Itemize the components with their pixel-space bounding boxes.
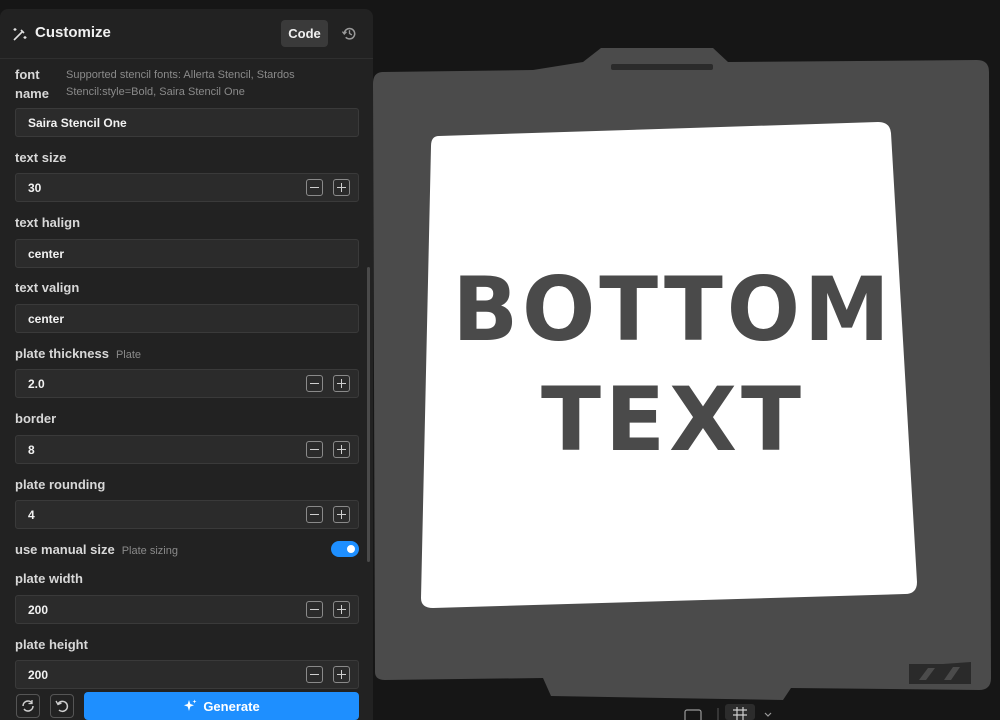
3d-viewport[interactable]: BOTTOM TEXT xyxy=(373,0,1000,720)
border-label: border xyxy=(15,411,57,426)
plate-width-label: plate width xyxy=(15,571,83,586)
stencil-face xyxy=(421,122,917,608)
refresh-icon xyxy=(22,700,34,712)
text-valign-value: center xyxy=(28,312,65,326)
code-button[interactable]: Code xyxy=(281,20,328,47)
text-size-field[interactable]: 30 xyxy=(15,173,359,202)
font-name-label: font name xyxy=(15,67,49,101)
panel-scrollbar[interactable] xyxy=(367,267,370,562)
undo-button[interactable] xyxy=(50,694,74,718)
use-manual-size-label-text: use manual size xyxy=(15,542,115,557)
text-halign-select[interactable]: center xyxy=(15,239,359,268)
plate-thickness-label: plate thickness Plate xyxy=(15,346,141,361)
plate-thickness-increment-button[interactable] xyxy=(333,375,350,392)
plate-rounding-increment-button[interactable] xyxy=(333,506,350,523)
plate-width-value: 200 xyxy=(28,603,49,617)
plate-thickness-decrement-button[interactable] xyxy=(306,375,323,392)
plate-width-increment-button[interactable] xyxy=(333,601,350,618)
plate-rounding-value: 4 xyxy=(28,508,35,522)
plate-height-increment-button[interactable] xyxy=(333,666,350,683)
plate-rounding-decrement-button[interactable] xyxy=(306,506,323,523)
action-bar: Generate xyxy=(0,690,373,720)
plate-thickness-field[interactable]: 2.0 xyxy=(15,369,359,398)
border-decrement-button[interactable] xyxy=(306,441,323,458)
border-value: 8 xyxy=(28,443,35,457)
panel-header: Customize Code xyxy=(0,9,373,59)
text-size-increment-button[interactable] xyxy=(333,179,350,196)
font-name-value: Saira Stencil One xyxy=(28,116,127,130)
customize-panel: Customize Code font name Supported stenc… xyxy=(0,9,373,720)
stencil-line-1: BOTTOM xyxy=(452,258,894,361)
grid-toggle-button[interactable] xyxy=(725,704,755,720)
view-cube-icon[interactable] xyxy=(684,709,702,720)
plate-logo-mark-right xyxy=(943,662,971,684)
text-valign-select[interactable]: center xyxy=(15,304,359,333)
plate-thickness-hint: Plate xyxy=(115,349,142,361)
history-icon[interactable] xyxy=(341,25,358,42)
plate-height-decrement-button[interactable] xyxy=(306,666,323,683)
border-field[interactable]: 8 xyxy=(15,435,359,464)
use-manual-size-hint: Plate sizing xyxy=(121,545,178,557)
border-increment-button[interactable] xyxy=(333,441,350,458)
plate-thickness-label-text: plate thickness xyxy=(15,346,109,361)
text-halign-value: center xyxy=(28,247,65,261)
plate-thickness-value: 2.0 xyxy=(28,377,45,391)
plate-height-label: plate height xyxy=(15,637,88,652)
chevron-down-icon[interactable] xyxy=(764,712,772,717)
text-size-value: 30 xyxy=(28,181,42,195)
text-size-decrement-button[interactable] xyxy=(306,179,323,196)
text-valign-label: text valign xyxy=(15,280,80,295)
generate-label: Generate xyxy=(203,698,260,714)
plate-width-decrement-button[interactable] xyxy=(306,601,323,618)
plate-rounding-label: plate rounding xyxy=(15,477,106,492)
use-manual-size-toggle[interactable] xyxy=(331,541,359,557)
plate-height-value: 200 xyxy=(28,668,49,682)
text-size-label: text size xyxy=(15,150,67,165)
use-manual-size-label: use manual size Plate sizing xyxy=(15,542,178,557)
panel-title: Customize xyxy=(35,24,111,41)
plate-width-field[interactable]: 200 xyxy=(15,595,359,624)
undo-icon xyxy=(55,700,69,713)
customize-wand-icon xyxy=(13,28,27,41)
generate-button[interactable]: Generate xyxy=(84,692,359,720)
sparkle-icon xyxy=(184,699,197,711)
viewport-toolbar xyxy=(684,704,772,720)
plate-rounding-field[interactable]: 4 xyxy=(15,500,359,529)
reload-button[interactable] xyxy=(16,694,40,718)
text-halign-label: text halign xyxy=(15,215,81,230)
plate-slot xyxy=(611,64,713,70)
font-name-field[interactable]: Saira Stencil One xyxy=(15,108,359,137)
font-name-hint: Supported stencil fonts: Allerta Stencil… xyxy=(66,69,295,98)
stencil-line-2: TEXT xyxy=(540,368,805,471)
plate-height-field[interactable]: 200 xyxy=(15,660,359,689)
